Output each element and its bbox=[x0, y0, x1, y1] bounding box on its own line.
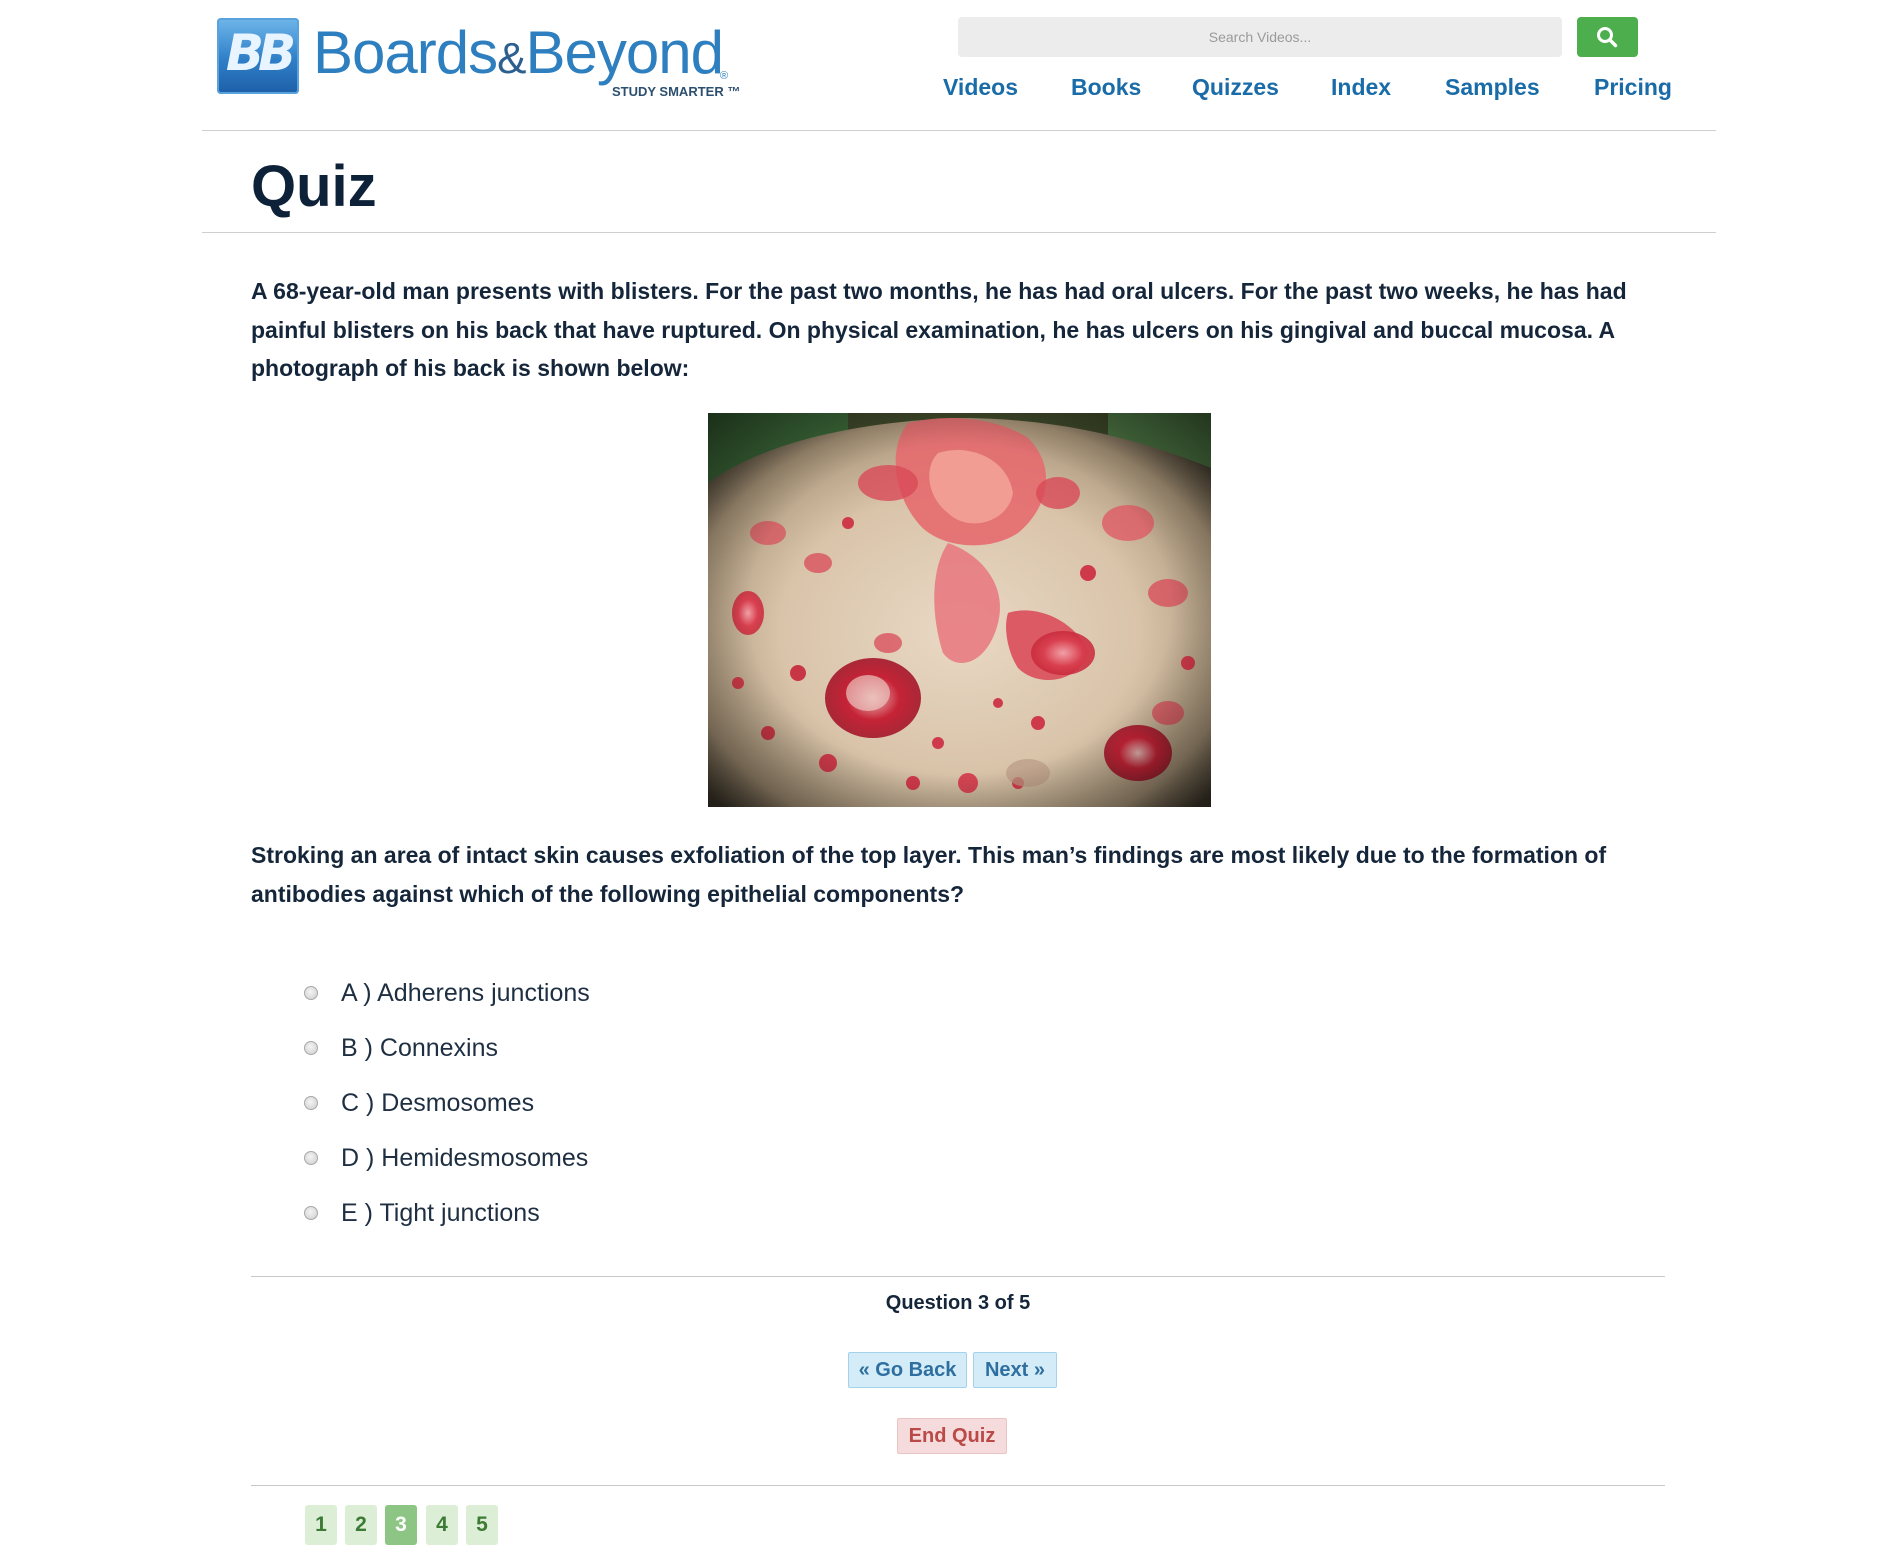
pagination-divider bbox=[251, 1485, 1665, 1486]
answer-option-label: C ) Desmosomes bbox=[341, 1089, 535, 1117]
site-logo[interactable]: BB Boards&Beyond ® STUDY SMARTER ™ bbox=[217, 18, 741, 99]
radio-button-e[interactable] bbox=[304, 1206, 318, 1220]
page-link-1[interactable]: 1 bbox=[305, 1505, 337, 1545]
logo-wordmark: Boards&Beyond bbox=[313, 18, 724, 94]
nav-books[interactable]: Books bbox=[1071, 74, 1141, 101]
title-divider bbox=[202, 232, 1716, 233]
answer-option-d[interactable]: D ) Hemidesmosomes bbox=[304, 1140, 1004, 1180]
search-input[interactable] bbox=[958, 17, 1562, 57]
logo-registered-mark: ® bbox=[720, 70, 729, 82]
answer-option-label: D ) Hemidesmosomes bbox=[341, 1144, 589, 1172]
clinical-photograph bbox=[708, 413, 1211, 807]
question-stem: A 68-year-old man presents with blisters… bbox=[251, 278, 1627, 381]
answer-option-c[interactable]: C ) Desmosomes bbox=[304, 1085, 1004, 1125]
quiz-page: BB Boards&Beyond ® STUDY SMARTER ™ Video… bbox=[0, 0, 1899, 1553]
back-lesions-image bbox=[708, 413, 1211, 807]
answer-option-label: E ) Tight junctions bbox=[341, 1199, 540, 1227]
nav-quizzes[interactable]: Quizzes bbox=[1192, 74, 1279, 101]
go-back-button[interactable]: « Go Back bbox=[848, 1352, 967, 1388]
answer-option-label: B ) Connexins bbox=[341, 1034, 499, 1062]
answer-option-a[interactable]: A ) Adherens junctions bbox=[304, 975, 1004, 1015]
page-link-5[interactable]: 5 bbox=[466, 1505, 498, 1545]
logo-mark-text: BB bbox=[225, 24, 296, 82]
nav-samples[interactable]: Samples bbox=[1445, 74, 1540, 101]
search-button[interactable] bbox=[1577, 17, 1638, 57]
nav-pricing[interactable]: Pricing bbox=[1594, 74, 1672, 101]
question-counter: Question 3 of 5 bbox=[885, 1292, 1031, 1314]
answer-option-e[interactable]: E ) Tight junctions bbox=[304, 1195, 1004, 1235]
logo-ampersand: & bbox=[497, 34, 526, 83]
options-divider bbox=[251, 1276, 1665, 1277]
header-divider bbox=[202, 130, 1716, 131]
end-quiz-button[interactable]: End Quiz bbox=[897, 1418, 1007, 1454]
page-link-3-current[interactable]: 3 bbox=[385, 1505, 417, 1545]
radio-button-b[interactable] bbox=[304, 1041, 318, 1055]
answer-option-b[interactable]: B ) Connexins bbox=[304, 1030, 1004, 1070]
answer-option-label: A ) Adherens junctions bbox=[341, 979, 590, 1007]
logo-mark: BB bbox=[217, 18, 299, 94]
next-button[interactable]: Next » bbox=[973, 1352, 1057, 1388]
logo-word-beyond: Beyond bbox=[525, 19, 723, 86]
logo-tagline: STUDY SMARTER ™ bbox=[612, 84, 741, 99]
nav-index[interactable]: Index bbox=[1331, 74, 1391, 101]
radio-button-c[interactable] bbox=[304, 1096, 318, 1110]
radio-button-d[interactable] bbox=[304, 1151, 318, 1165]
site-header: BB Boards&Beyond ® STUDY SMARTER ™ Video… bbox=[0, 0, 1899, 131]
nav-videos[interactable]: Videos bbox=[943, 74, 1018, 101]
page-title: Quiz bbox=[251, 154, 377, 219]
question-prompt: Stroking an area of intact skin causes e… bbox=[251, 842, 1607, 907]
page-link-2[interactable]: 2 bbox=[345, 1505, 377, 1545]
page-link-4[interactable]: 4 bbox=[426, 1505, 458, 1545]
radio-button-a[interactable] bbox=[304, 986, 318, 1000]
logo-word-boards: Boards bbox=[313, 19, 498, 86]
search-icon bbox=[1597, 27, 1618, 48]
